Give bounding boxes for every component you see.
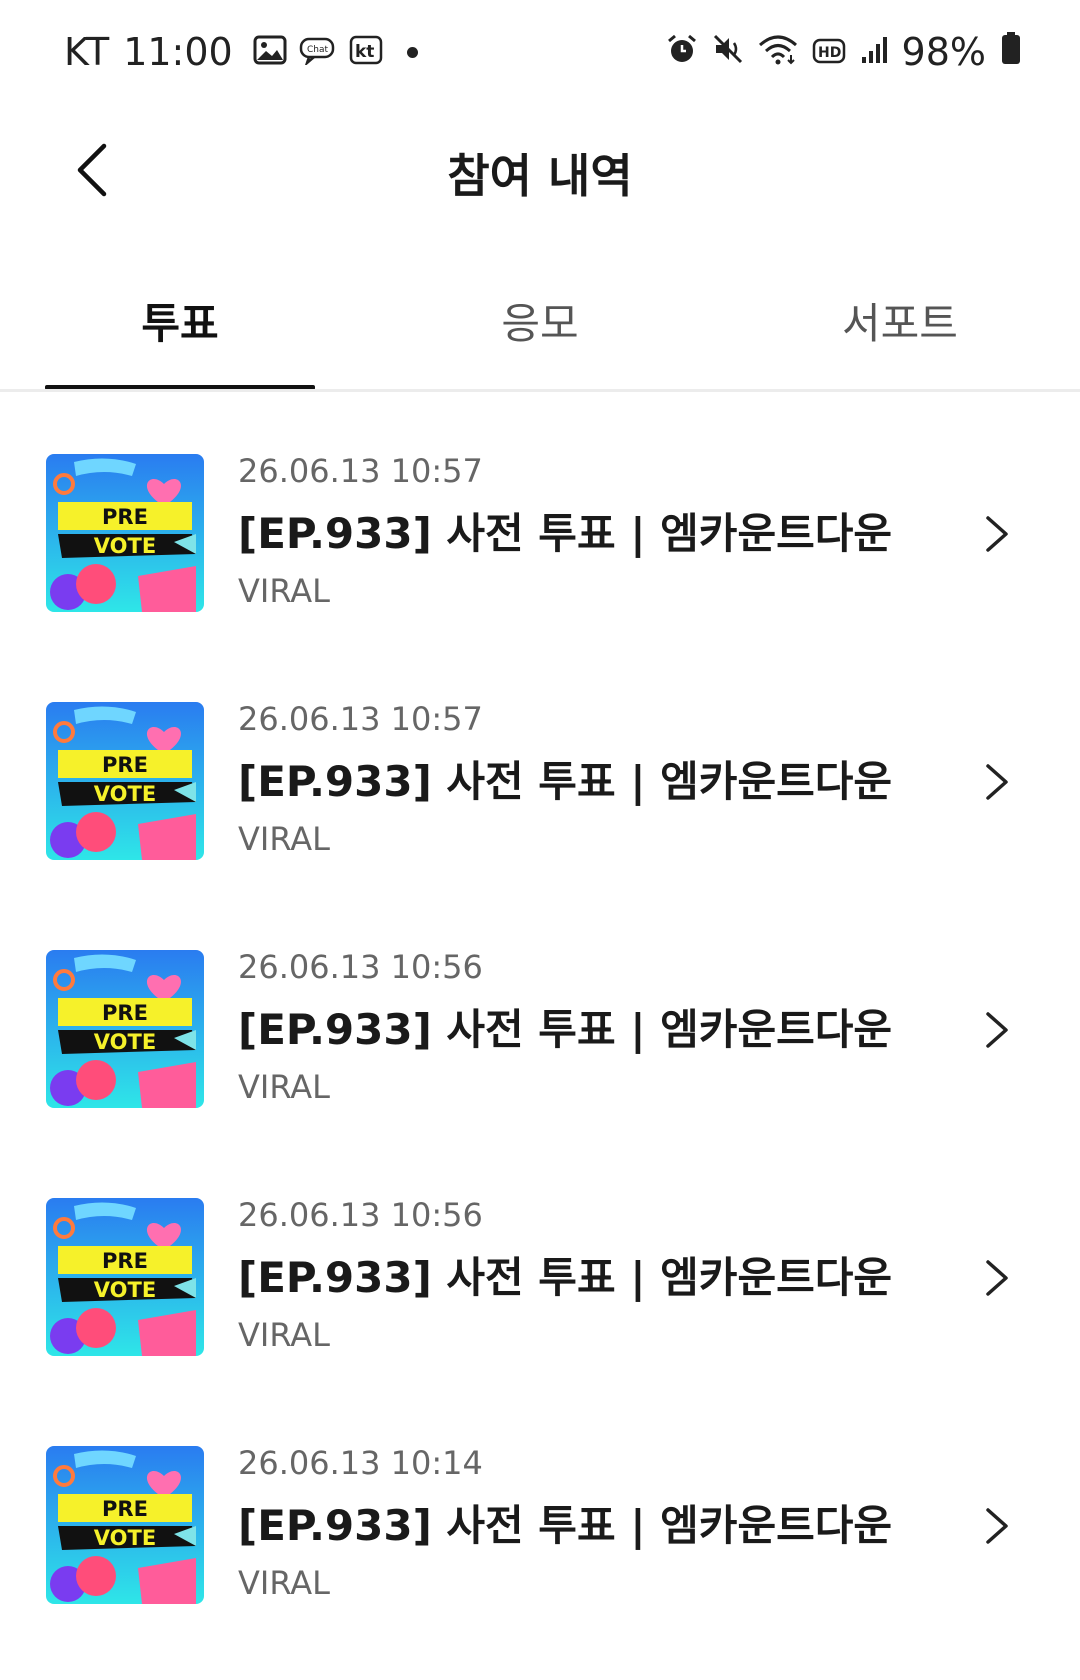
thumb-pre-text: PRE — [102, 505, 148, 529]
kt-icon: kt — [349, 30, 383, 74]
tab-vote[interactable]: 투표 — [0, 290, 360, 351]
chevron-right-icon — [986, 1012, 1008, 1048]
item-category: VIRAL — [238, 1068, 330, 1106]
item-title: [EP.933] 사전 투표 | 엠카운트다운 — [238, 1253, 893, 1302]
status-left: KT 11:00 Chat kt — [64, 30, 418, 74]
thumb-vote-text: VOTE — [94, 1278, 156, 1302]
item-title: [EP.933] 사전 투표 | 엠카운트다운 — [238, 1501, 893, 1550]
battery-icon — [1000, 30, 1022, 74]
svg-text:Chat: Chat — [307, 45, 329, 55]
thumb-pre-text: PRE — [102, 1249, 148, 1273]
item-title: [EP.933] 사전 투표 | 엠카운트다운 — [238, 1005, 893, 1054]
thumb-vote-text: VOTE — [94, 1030, 156, 1054]
chevron-right-icon — [986, 516, 1008, 552]
tab-support[interactable]: 서포트 — [720, 290, 1080, 351]
thumb-vote-text: VOTE — [94, 534, 156, 558]
pre-vote-thumbnail: PRE VOTE — [46, 1446, 204, 1604]
status-right: HD 98% — [652, 30, 1022, 74]
chat-icon: Chat — [299, 30, 337, 74]
status-time: 11:00 — [123, 30, 233, 74]
item-category: VIRAL — [238, 572, 330, 610]
status-bar: KT 11:00 Chat kt HD 98% — [0, 0, 1080, 108]
wifi-icon — [758, 30, 798, 74]
thumb-pre-text: PRE — [102, 1497, 148, 1521]
tab-bar: 투표 응모 서포트 — [0, 268, 1080, 390]
item-date: 26.06.13 10:57 — [238, 452, 483, 490]
chevron-right-icon — [986, 764, 1008, 800]
pre-vote-thumbnail: PRE VOTE — [46, 1198, 204, 1356]
item-date: 26.06.13 10:14 — [238, 1444, 483, 1482]
notification-dot — [406, 46, 418, 58]
divider — [0, 389, 1080, 392]
thumb-vote-text: VOTE — [94, 782, 156, 806]
item-date: 26.06.13 10:56 — [238, 948, 483, 986]
header: 참여 내역 — [0, 110, 1080, 230]
chevron-right-icon — [986, 1508, 1008, 1544]
pre-vote-thumbnail: PRE VOTE — [46, 454, 204, 612]
thumb-pre-text: PRE — [102, 1001, 148, 1025]
item-date: 26.06.13 10:57 — [238, 700, 483, 738]
item-category: VIRAL — [238, 820, 330, 858]
thumb-pre-text: PRE — [102, 753, 148, 777]
item-date: 26.06.13 10:56 — [238, 1196, 483, 1234]
pre-vote-thumbnail: PRE VOTE — [46, 702, 204, 860]
page-title: 참여 내역 — [447, 149, 633, 203]
item-category: VIRAL — [238, 1564, 330, 1602]
item-title: [EP.933] 사전 투표 | 엠카운트다운 — [238, 509, 893, 558]
item-category: VIRAL — [238, 1316, 330, 1354]
thumb-vote-text: VOTE — [94, 1526, 156, 1550]
mute-icon — [712, 30, 744, 74]
item-title: [EP.933] 사전 투표 | 엠카운트다운 — [238, 757, 893, 806]
alarm-icon — [666, 30, 698, 74]
signal-icon — [860, 30, 888, 74]
svg-text:HD: HD — [818, 45, 841, 61]
chevron-right-icon — [986, 1260, 1008, 1296]
gallery-icon — [253, 30, 287, 74]
list-item[interactable]: PRE VOTE 26.06.13 10:56 [EP.933] 사전 투표 |… — [0, 936, 1080, 1184]
svg-text:kt: kt — [355, 42, 374, 62]
list-item[interactable]: PRE VOTE 26.06.13 10:57 [EP.933] 사전 투표 |… — [0, 688, 1080, 936]
participation-list: PRE VOTE 26.06.13 10:57 [EP.933] 사전 투표 |… — [0, 440, 1080, 1680]
list-item[interactable]: PRE VOTE 26.06.13 10:14 [EP.933] 사전 투표 |… — [0, 1432, 1080, 1680]
tab-entry[interactable]: 응모 — [360, 290, 720, 351]
list-item[interactable]: PRE VOTE 26.06.13 10:56 [EP.933] 사전 투표 |… — [0, 1184, 1080, 1432]
hd-icon: HD — [812, 30, 846, 74]
carrier-label: KT — [64, 30, 110, 74]
pre-vote-thumbnail: PRE VOTE — [46, 950, 204, 1108]
list-item[interactable]: PRE VOTE 26.06.13 10:57 [EP.933] 사전 투표 |… — [0, 440, 1080, 688]
battery-percent: 98% — [901, 30, 986, 74]
